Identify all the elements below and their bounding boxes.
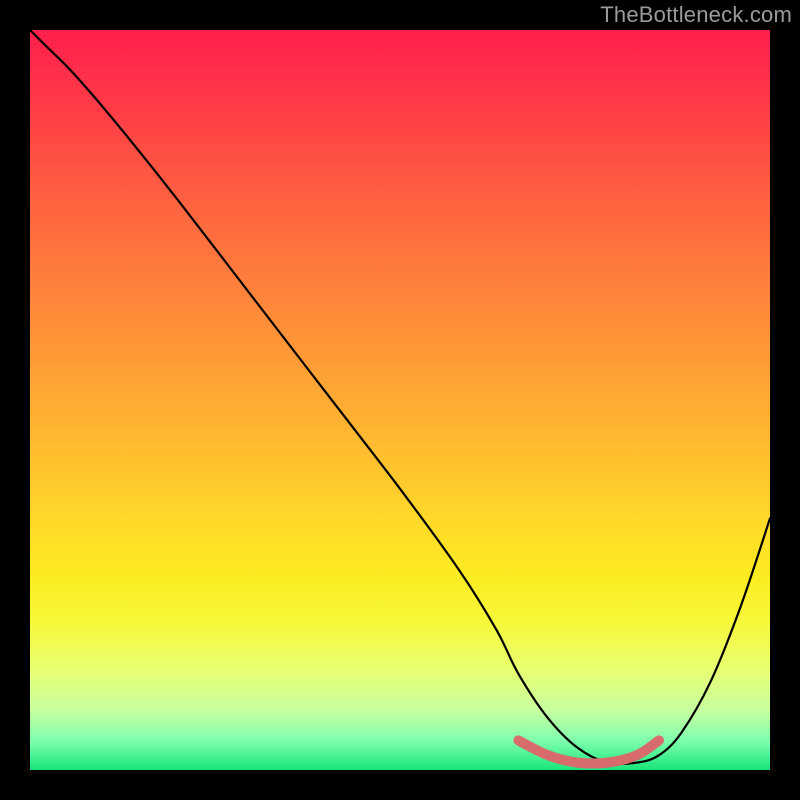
bottleneck-curve-path [30,30,770,764]
chart-container: TheBottleneck.com [0,0,800,800]
curve-overlay [30,30,770,770]
optimal-range-path [518,740,659,763]
watermark-text: TheBottleneck.com [600,2,792,28]
